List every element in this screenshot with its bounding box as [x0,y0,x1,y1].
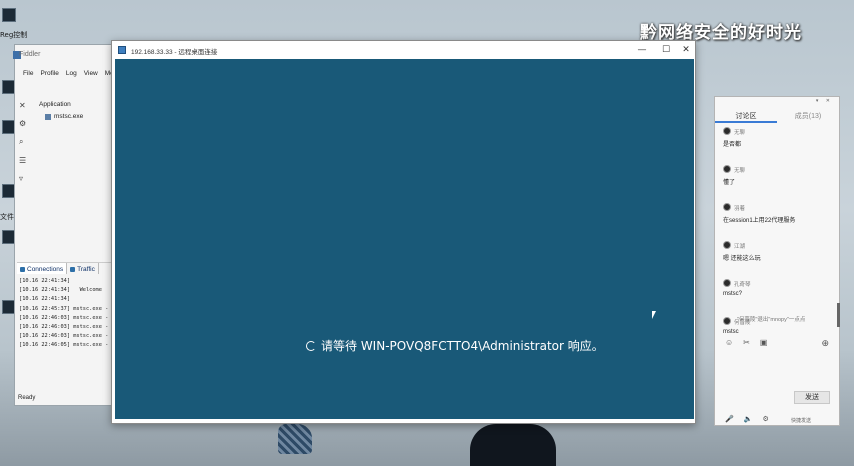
chat-message: 孔奇琴 mstsc? [723,279,835,317]
maximize-button[interactable]: ☐ [655,42,677,58]
message-text: 是否都 [723,142,742,148]
app-side-toolbar: ✕ ⚙ ⌕ ☰ ▿ [19,101,26,183]
log-panel: [10.16 22:41:34] [10.16 22:41:34] Welcome… [19,277,123,351]
desktop-icon-label: Reg控制 [0,31,28,39]
scissors-icon[interactable]: ✂ [743,338,750,347]
minimize-button[interactable]: — [631,42,653,58]
chat-panel[interactable]: ▾ ✕ 讨论区 成员(13) 无聊 是否都 无聊 懂了 羽着 在session1… [714,96,840,426]
gear-icon[interactable]: ⚙ [19,119,26,128]
message-text: mstsc? [723,291,743,297]
add-icon[interactable]: ⊕ [821,338,829,349]
avatar [723,203,731,211]
app-window[interactable]: Fiddler File Profile Log View Me ✕ ⚙ ⌕ ☰… [13,44,126,406]
chat-message: 无聊 是否都 [723,127,835,165]
spinner-icon [306,340,316,351]
speaker-icon[interactable]: 🔈 [744,415,753,423]
app-title: Fiddler [19,51,41,58]
sender-name: 无聊 [734,130,746,136]
log-line: [10.16 22:45:37] mstsc.exe - [19,305,109,312]
tab-traffic[interactable]: Traffic [67,263,99,274]
tab-traffic-label: Traffic [77,266,95,273]
sender-name: 羽着 [734,206,746,212]
log-line: [10.16 22:46:05] mstsc.exe - [19,342,109,349]
message-text: 懂了 [723,180,736,186]
menu-file[interactable]: File [23,70,33,77]
tab-connections[interactable]: Connections [17,263,68,274]
app-menu-bar: File Profile Log View Me [23,70,114,77]
app-tabs: Connections Traffic [17,262,125,274]
close-icon[interactable]: ✕ [19,101,26,110]
chat-message: 无聊 懂了 [723,165,835,203]
system-notice: "何晋陵"退出"mnopy"一点点 [737,317,806,323]
chat-message: 羽着 在session1上用22代理服务 [723,203,835,241]
chat-bottom-bar: 🎤 🔈 ⚙ [725,415,769,423]
remote-desktop-icon [118,46,126,54]
list-icon[interactable]: ☰ [19,156,26,165]
message-text: mstsc [723,329,739,335]
menu-view[interactable]: View [84,70,98,77]
tree-header: Application [39,101,71,108]
sender-name: 江湖 [734,244,746,250]
menu-log[interactable]: Log [66,70,77,77]
message-text: 在session1上用22代理服务 [723,218,796,224]
chat-message: 江湖 嗯 还能这么玩 [723,241,835,279]
message-text: 嗯 还能这么玩 [723,256,761,262]
desktop-icon[interactable] [2,8,16,22]
avatar [723,241,731,249]
sender-name: 无聊 [734,168,746,174]
sender-name: 孔奇琴 [734,282,751,288]
remote-screen[interactable]: 请等待 WIN-POVQ8FCTTO4\Administrator 响应。 [115,59,694,419]
waiting-message: 请等待 WIN-POVQ8FCTTO4\Administrator 响应。 [306,337,604,354]
send-button[interactable]: 发送 [794,391,830,404]
tree-item[interactable]: mstsc.exe [45,113,83,120]
title-bar[interactable]: 192.168.33.33 - 远程桌面连接 — ☐ ✕ [112,41,695,59]
filter-icon[interactable]: ▿ [19,174,26,183]
plug-icon [20,267,25,272]
waiting-text: 请等待 WIN-POVQ8FCTTO4\Administrator 响应。 [321,339,604,353]
menu-profile[interactable]: Profile [40,70,58,77]
wallpaper-shape [470,424,556,466]
tree-item-label: mstsc.exe [54,113,84,120]
avatar [723,165,731,173]
log-line: [10.16 22:41:34] Welcome [19,287,102,294]
search-icon[interactable]: ⌕ [19,137,26,147]
chart-icon [70,267,76,272]
desktop-icon-label: 文件 [0,213,14,221]
close-button[interactable]: ✕ [675,42,697,58]
settings-icon[interactable]: ⚙ [762,415,768,423]
microphone-icon[interactable]: 🎤 [725,415,734,423]
tab-members[interactable]: 成员(13) [777,109,839,123]
panel-controls[interactable]: ▾ ✕ [816,98,833,104]
wallpaper-shoe [278,424,312,454]
tab-discussion[interactable]: 讨论区 [715,109,777,123]
scrollbar[interactable] [837,303,840,327]
log-line: [10.16 22:46:03] mstsc.exe - [19,324,109,331]
mouse-cursor-icon [652,311,656,319]
quick-send-label: 快捷发送 [791,418,812,424]
window-title: 192.168.33.33 - 远程桌面连接 [131,49,218,56]
exe-icon [45,113,51,120]
remote-desktop-window[interactable]: 192.168.33.33 - 远程桌面连接 — ☐ ✕ 请等待 WIN-POV… [111,40,696,424]
tab-connections-label: Connections [27,266,64,273]
log-line: [10.16 22:46:03] mstsc.exe - [19,333,109,340]
chat-toolbar: ☺ ✂ ▣ [725,338,767,347]
avatar [723,279,731,287]
log-line: [10.16 22:41:34] [19,278,71,284]
status-bar: Ready [18,395,36,401]
log-line: [10.16 22:46:03] mstsc.exe - [19,314,109,321]
emoji-icon[interactable]: ☺ [725,338,733,347]
image-icon[interactable]: ▣ [760,338,768,347]
avatar [723,127,731,135]
log-line: [10.16 22:41:34] [19,296,71,303]
avatar [723,317,731,325]
chat-tabs: 讨论区 成员(13) [715,109,839,123]
